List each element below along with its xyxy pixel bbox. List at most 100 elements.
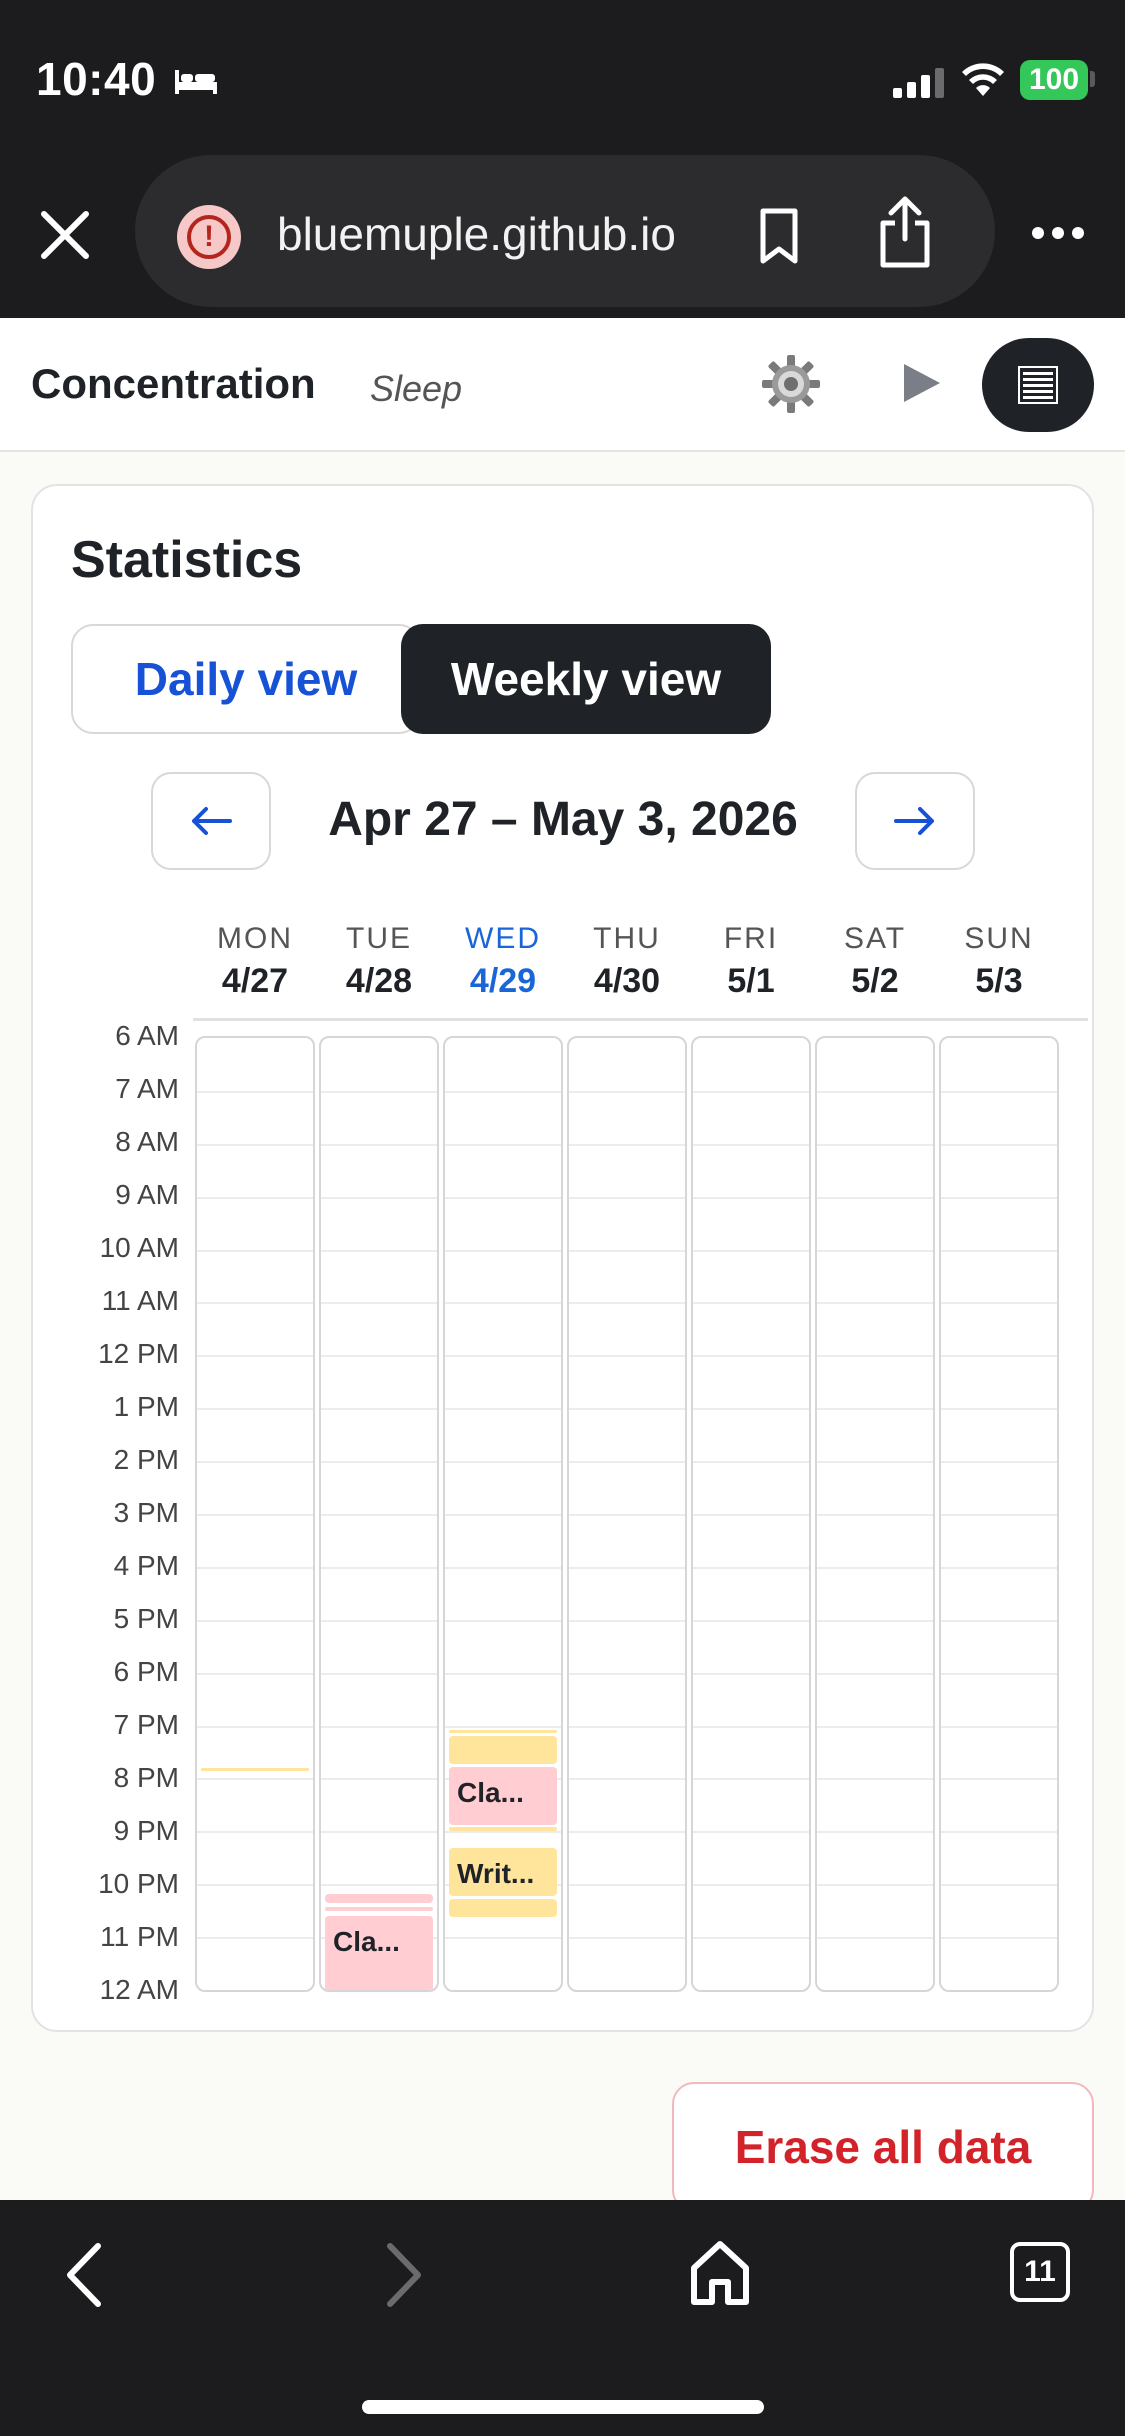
hour-gridline — [693, 1355, 809, 1358]
daily-view-button[interactable]: Daily view — [71, 624, 421, 734]
day-date: 4/29 — [469, 962, 537, 1000]
day-header-wed: WED 4/29 — [443, 922, 563, 1001]
event-label: Writ... — [457, 1858, 535, 1889]
class-block[interactable] — [325, 1907, 433, 1911]
hour-gridline — [569, 1461, 685, 1464]
hour-gridline — [941, 1672, 1057, 1675]
hour-gridline — [569, 1408, 685, 1411]
hour-gridline — [941, 1619, 1057, 1622]
close-icon[interactable] — [38, 208, 92, 262]
hour-gridline — [197, 1196, 313, 1199]
hour-gridline — [321, 1514, 437, 1516]
hour-gridline — [445, 1408, 561, 1411]
hour-gridline — [941, 1143, 1057, 1146]
sleep-block[interactable]: Writ... — [449, 1848, 557, 1896]
wifi-icon — [962, 63, 1004, 96]
address-bar[interactable]: ! bluemuple.github.io — [135, 155, 995, 307]
day-column-tue[interactable]: Cla... — [319, 1036, 439, 1992]
hour-gridline — [197, 1249, 313, 1252]
day-header-mon: MON 4/27 — [195, 922, 315, 1001]
browser-bottom-toolbar: 11 — [0, 2200, 1125, 2436]
site-warning-icon[interactable]: ! — [177, 205, 241, 269]
sleep-block[interactable] — [449, 1730, 557, 1733]
hour-gridline — [817, 1725, 933, 1728]
class-block[interactable] — [325, 1894, 433, 1903]
time-label: 10 AM — [99, 1232, 179, 1263]
hour-gridline — [445, 1831, 561, 1834]
sleep-block[interactable] — [201, 1768, 309, 1771]
sleep-block[interactable] — [449, 1827, 557, 1831]
time-label: 7 AM — [115, 1073, 179, 1104]
more-options-icon[interactable] — [1030, 225, 1086, 241]
cellular-signal-icon — [893, 68, 944, 98]
tabs-button[interactable]: 11 — [1010, 2242, 1070, 2302]
previous-week-button[interactable] — [151, 772, 271, 870]
hour-gridline — [321, 1196, 437, 1199]
hour-gridline — [693, 1725, 809, 1728]
hour-gridline — [445, 1937, 561, 1940]
hour-gridline — [321, 1143, 437, 1146]
hour-gridline — [817, 1937, 933, 1940]
share-icon[interactable] — [875, 195, 935, 269]
day-column-wed[interactable]: Cla... Writ... — [443, 1036, 563, 1992]
hour-gridline — [197, 1619, 313, 1622]
back-icon[interactable] — [60, 2240, 110, 2310]
time-label: 3 PM — [113, 1497, 179, 1528]
day-column-mon[interactable] — [195, 1036, 315, 1992]
status-bar: 10:40 100 — [0, 0, 1125, 150]
day-of-week: TUE — [346, 922, 412, 955]
gear-icon[interactable] — [760, 353, 822, 415]
hour-gridline — [569, 1831, 685, 1834]
day-date: 4/28 — [345, 962, 413, 1000]
class-block[interactable]: Cla... — [449, 1767, 557, 1825]
hour-gridline — [569, 1884, 685, 1887]
day-header-divider — [193, 1018, 1088, 1021]
time-label: 9 PM — [113, 1815, 179, 1846]
hour-gridline — [445, 1514, 561, 1516]
time-label: 2 PM — [113, 1444, 179, 1475]
play-icon[interactable] — [900, 362, 942, 404]
day-of-week: SUN — [964, 922, 1034, 955]
day-of-week: FRI — [723, 922, 779, 955]
mode-label: Sleep — [370, 368, 463, 409]
hour-gridline — [941, 1461, 1057, 1464]
day-column-sun[interactable] — [939, 1036, 1059, 1992]
day-column-thu[interactable] — [567, 1036, 687, 1992]
hour-gridline — [941, 1566, 1057, 1569]
hour-gridline — [569, 1514, 685, 1516]
home-indicator[interactable] — [362, 2400, 764, 2414]
bookmark-icon[interactable] — [755, 207, 803, 265]
hour-gridline — [817, 1884, 933, 1887]
url-text[interactable]: bluemuple.github.io — [277, 207, 676, 261]
erase-all-data-button[interactable]: Erase all data — [672, 2082, 1094, 2212]
sleep-block[interactable] — [449, 1899, 557, 1917]
day-date: 4/27 — [221, 962, 289, 1000]
arrow-left-icon — [192, 807, 232, 835]
battery-tip — [1090, 71, 1095, 87]
hour-gridline — [569, 1619, 685, 1622]
time-label: 12 AM — [99, 1974, 179, 2005]
hour-gridline — [817, 1831, 933, 1834]
day-of-week: MON — [217, 922, 293, 955]
hour-gridline — [321, 1566, 437, 1569]
hour-gridline — [817, 1249, 933, 1252]
day-date: 5/2 — [851, 962, 899, 1000]
time-label: 1 PM — [113, 1391, 179, 1422]
day-column-fri[interactable] — [691, 1036, 811, 1992]
class-block[interactable]: Cla... — [325, 1916, 433, 1990]
hour-gridline — [693, 1884, 809, 1887]
home-icon[interactable] — [688, 2238, 752, 2308]
hour-gridline — [197, 1302, 313, 1305]
app-header: Concentration Sleep — [0, 318, 1125, 452]
hour-gridline — [693, 1514, 809, 1516]
hour-gridline — [817, 1778, 933, 1781]
next-week-button[interactable] — [855, 772, 975, 870]
sleep-block[interactable] — [449, 1736, 557, 1764]
list-view-button[interactable] — [982, 338, 1094, 432]
forward-icon[interactable] — [378, 2240, 428, 2310]
hour-gridline — [817, 1461, 933, 1464]
day-date: 4/30 — [593, 962, 661, 1000]
day-column-sat[interactable] — [815, 1036, 935, 1992]
hour-gridline — [941, 1249, 1057, 1252]
weekly-view-button[interactable]: Weekly view — [401, 624, 771, 734]
